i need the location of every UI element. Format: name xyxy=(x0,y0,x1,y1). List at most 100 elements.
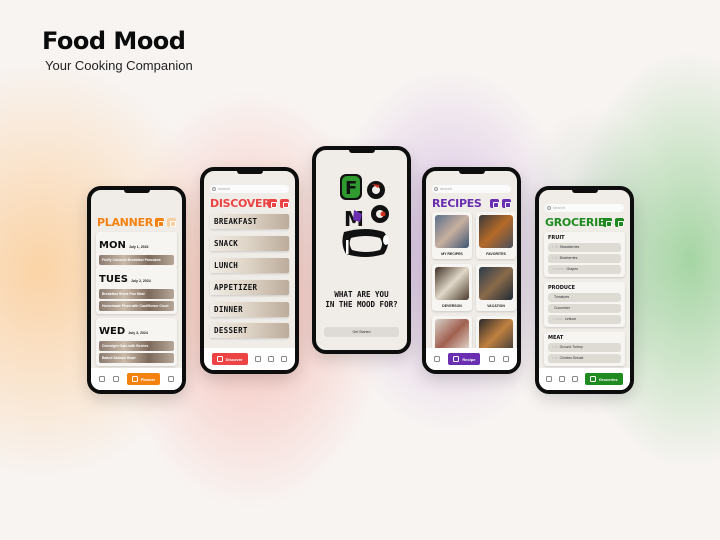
item-qty: 1 lb xyxy=(552,245,558,249)
meal-item[interactable]: Breakfast Sheet Pan Meal xyxy=(99,289,174,299)
search-input[interactable]: search xyxy=(545,204,624,212)
list-icon xyxy=(589,376,596,382)
grocery-item[interactable]: 1 lb Ground Turkey xyxy=(548,343,621,352)
collection-image xyxy=(435,267,469,300)
search-input[interactable]: search xyxy=(210,185,289,193)
meal-item[interactable]: Fluffy Coconut Breakfast Pancakes xyxy=(99,255,174,265)
settings-icon[interactable] xyxy=(615,218,624,227)
category-snack[interactable]: SNACK xyxy=(210,236,289,251)
meal-item[interactable]: Overnight Oats with Berries xyxy=(99,341,174,351)
nav-label: Recipe xyxy=(462,356,476,362)
nav-groceries-icon[interactable] xyxy=(168,376,175,382)
category-breakfast[interactable]: BREAKFAST xyxy=(210,214,289,229)
settings-icon[interactable] xyxy=(502,199,511,208)
grocery-item[interactable]: 1 head Lettuce xyxy=(548,315,621,324)
bottom-nav: Planner xyxy=(91,368,182,390)
nav-recipes-icon[interactable] xyxy=(112,376,119,382)
item-qty: 1 lb xyxy=(552,356,558,360)
grocery-item[interactable]: Tomatoes xyxy=(548,293,621,302)
header-actions xyxy=(490,199,511,208)
collection-deverson[interactable]: DEVERSON xyxy=(432,264,472,311)
brand-header: Food Mood Your Cooking Companion xyxy=(42,27,193,73)
collection-vacation[interactable]: VACATION xyxy=(476,264,516,311)
search-icon xyxy=(212,187,216,191)
phone-groceries: search GROCERIES FRUIT 1 lb Strawberries … xyxy=(535,186,634,394)
question-line-1: WHAT ARE YOU xyxy=(334,290,389,299)
collection-image xyxy=(435,215,469,248)
nav-recipes-icon[interactable] xyxy=(559,376,566,382)
brand-subtitle: Your Cooking Companion xyxy=(45,58,193,73)
phone-landing: F M WHAT ARE YOU IN THE MOOD FOR? Get St… xyxy=(312,146,411,354)
day-card-wed[interactable]: WED July 3, 2024 Overnight Oats with Berr… xyxy=(96,318,177,366)
nav-planner-icon[interactable] xyxy=(268,356,275,362)
get-started-button[interactable]: Get Started xyxy=(324,327,399,337)
section-title: PRODUCE xyxy=(548,285,576,291)
nav-discover-icon[interactable] xyxy=(98,376,105,382)
category-dinner[interactable]: DINNER xyxy=(210,302,289,317)
phone-discover: search DISCOVER BREAKFAST SNACK LUNCH AP… xyxy=(200,167,299,374)
page-title: DISCOVER xyxy=(210,197,271,210)
day-name: MON xyxy=(99,240,126,251)
grocery-item[interactable]: 1 bunch Grapes xyxy=(548,265,621,274)
search-input[interactable]: search xyxy=(432,185,511,193)
item-name: Cucumber xyxy=(554,306,571,310)
day-date: July 2, 2024 xyxy=(130,279,151,283)
phone-recipes: search RECIPES MY RECIPES FAVORITES DEVE… xyxy=(422,167,521,374)
collection-label: VACATION xyxy=(487,304,505,308)
nav-discover-active[interactable]: Discover xyxy=(211,353,248,365)
item-name: Blueberries xyxy=(559,256,578,260)
grocery-item[interactable]: 1 lb Strawberries xyxy=(548,243,621,252)
fomod-logo: F M xyxy=(340,174,389,257)
bottom-nav: Recipe xyxy=(426,348,517,370)
collection-label: DEVERSON xyxy=(442,304,462,308)
item-qty: 1 bunch xyxy=(552,267,565,271)
day-date: July 3, 2024 xyxy=(128,331,148,335)
item-name: Ground Turkey xyxy=(559,345,583,349)
add-icon[interactable] xyxy=(155,218,164,227)
day-date: July 1, 2024 xyxy=(128,245,149,249)
collection-my-recipes[interactable]: MY RECIPES xyxy=(432,212,472,259)
nav-groceries-icon[interactable] xyxy=(281,356,288,362)
brand-title: Food Mood xyxy=(42,27,186,55)
search-icon xyxy=(434,187,438,191)
delete-icon[interactable] xyxy=(603,218,612,227)
nav-recipes-active[interactable]: Recipe xyxy=(448,353,481,365)
nav-label: Discover xyxy=(225,356,243,362)
category-dessert[interactable]: DESSERT xyxy=(210,323,289,338)
calendar-icon[interactable] xyxy=(167,218,176,227)
nav-planner-icon[interactable] xyxy=(572,376,579,382)
search-placeholder: search xyxy=(553,205,566,210)
settings-icon[interactable] xyxy=(280,199,289,208)
bottom-nav: Discover xyxy=(204,348,295,370)
meal-item[interactable]: Baked Salmon Bowl xyxy=(99,353,174,363)
category-appetizer[interactable]: APPETIZER xyxy=(210,280,289,295)
page-title: PLANNER xyxy=(97,216,153,229)
nav-planner-active[interactable]: Planner xyxy=(126,373,161,385)
spoon-icon xyxy=(383,235,389,245)
search-icon xyxy=(547,206,551,210)
nav-planner-icon[interactable] xyxy=(488,356,495,362)
add-icon[interactable] xyxy=(490,199,499,208)
day-card-mon[interactable]: MON July 1, 2024 Fluffy Coconut Breakfast… xyxy=(96,232,177,268)
grocery-item[interactable]: Cucumber xyxy=(548,304,621,313)
meal-item[interactable]: Homemade Pizza with Cauliflower Crust xyxy=(99,301,174,311)
nav-groceries-active[interactable]: Groceries xyxy=(584,373,623,385)
grocery-section-produce: PRODUCE Tomatoes Cucumber 1 head Lettuce xyxy=(544,282,625,327)
day-card-tues[interactable]: TUES July 2, 2024 Breakfast Sheet Pan Mea… xyxy=(96,266,177,314)
grocery-item[interactable]: 1 lb Chicken Breast xyxy=(548,354,621,363)
nav-recipes-icon[interactable] xyxy=(254,356,261,362)
page-title: RECIPES xyxy=(432,197,482,210)
grocery-item[interactable]: 1 lb Blueberries xyxy=(548,254,621,263)
nav-label: Groceries xyxy=(598,376,618,382)
collection-favorites[interactable]: FAVORITES xyxy=(476,212,516,259)
day-name: WED xyxy=(99,326,126,337)
category-lunch[interactable]: LUNCH xyxy=(210,258,289,273)
nav-discover-icon[interactable] xyxy=(434,356,441,362)
nav-groceries-icon[interactable] xyxy=(502,356,509,362)
nav-discover-icon[interactable] xyxy=(546,376,553,382)
bottom-nav: Groceries xyxy=(539,368,630,390)
search-placeholder: search xyxy=(440,186,453,191)
nav-label: Planner xyxy=(140,376,156,382)
header-actions xyxy=(603,218,624,227)
filter-icon[interactable] xyxy=(268,199,277,208)
